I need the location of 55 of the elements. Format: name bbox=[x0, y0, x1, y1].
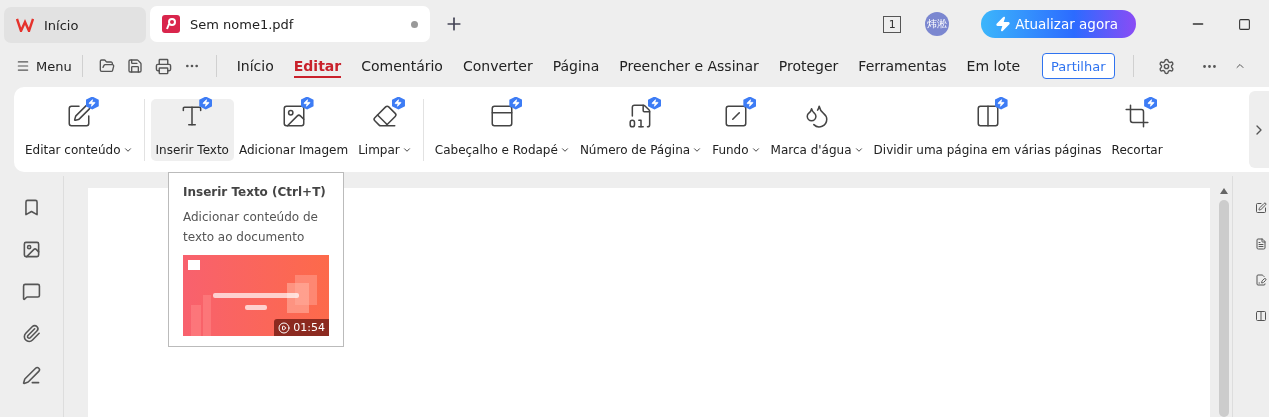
form-icon[interactable] bbox=[1255, 238, 1267, 250]
ribbon-button[interactable]: Dividir uma página em várias páginas bbox=[868, 98, 1107, 161]
ribbon-button[interactable]: Limpar bbox=[353, 98, 417, 161]
scrollbar-thumb[interactable] bbox=[1219, 200, 1229, 417]
ribbon-button[interactable]: Inserir Texto bbox=[150, 98, 234, 161]
menu-tab[interactable]: Converter bbox=[462, 54, 533, 78]
play-icon bbox=[278, 321, 291, 334]
ribbon-button[interactable]: Editar conteúdo bbox=[20, 98, 138, 161]
header-icon bbox=[489, 102, 516, 129]
menu-tab[interactable]: Editar bbox=[293, 54, 342, 78]
attachment-icon[interactable] bbox=[22, 324, 41, 343]
ribbon-button[interactable]: Número de Página bbox=[574, 98, 708, 161]
document-tab[interactable]: Início bbox=[4, 7, 146, 43]
menu-tab[interactable]: Preencher e Assinar bbox=[619, 54, 759, 78]
tooltip-title: Inserir Texto (Ctrl+T) bbox=[183, 185, 327, 199]
sign-icon[interactable] bbox=[22, 366, 41, 385]
menu-tab[interactable]: Início bbox=[236, 54, 274, 78]
print-icon[interactable] bbox=[154, 57, 172, 75]
columns-icon[interactable] bbox=[1255, 310, 1267, 322]
ribbon-button[interactable]: Fundo bbox=[707, 98, 766, 161]
upgrade-button[interactable]: Atualizar agora bbox=[981, 10, 1136, 38]
image-icon[interactable] bbox=[22, 240, 41, 259]
menu-icon bbox=[16, 59, 30, 73]
page-count[interactable]: 1 bbox=[883, 15, 902, 33]
comment-icon[interactable] bbox=[22, 282, 41, 301]
tooltip-description: Adicionar conteúdo de texto ao documento bbox=[183, 209, 319, 246]
bookmark-icon[interactable] bbox=[22, 198, 41, 217]
menu-button[interactable]: Menu bbox=[16, 58, 72, 74]
ribbon-button[interactable]: Recortar bbox=[1106, 98, 1168, 161]
video-duration: 01:54 bbox=[274, 319, 329, 336]
edit-icon[interactable] bbox=[1255, 202, 1267, 214]
document-tab[interactable]: Sem nome1.pdf bbox=[150, 6, 430, 42]
settings-icon[interactable] bbox=[1157, 57, 1175, 75]
app-logo-icon bbox=[16, 18, 34, 32]
lightning-icon bbox=[995, 16, 1012, 32]
ribbon-button[interactable]: Marca d'água bbox=[765, 98, 869, 161]
share-button[interactable]: Partilhar bbox=[1042, 53, 1115, 79]
menu-tab[interactable]: Comentário bbox=[361, 54, 443, 78]
crop-icon bbox=[1124, 102, 1151, 129]
scroll-up-icon[interactable] bbox=[1220, 188, 1228, 194]
edit-icon bbox=[65, 102, 92, 129]
menu-tab[interactable]: Em lote bbox=[966, 54, 1021, 78]
ribbon-button[interactable]: Cabeçalho e Rodapé bbox=[429, 98, 575, 161]
menu-tab[interactable]: Ferramentas bbox=[858, 54, 947, 78]
signature-icon[interactable] bbox=[1255, 274, 1267, 286]
menu-tab[interactable]: Proteger bbox=[778, 54, 839, 78]
open-icon[interactable] bbox=[98, 58, 115, 74]
menu-tab[interactable]: Página bbox=[552, 54, 600, 78]
maximize-icon[interactable] bbox=[1238, 17, 1251, 31]
ribbon-button[interactable]: Adicionar Imagem bbox=[233, 98, 354, 161]
save-icon[interactable] bbox=[126, 58, 143, 74]
background-icon bbox=[723, 102, 750, 129]
pdf-icon bbox=[162, 15, 180, 33]
split-icon bbox=[974, 102, 1001, 129]
image-icon bbox=[280, 102, 307, 129]
